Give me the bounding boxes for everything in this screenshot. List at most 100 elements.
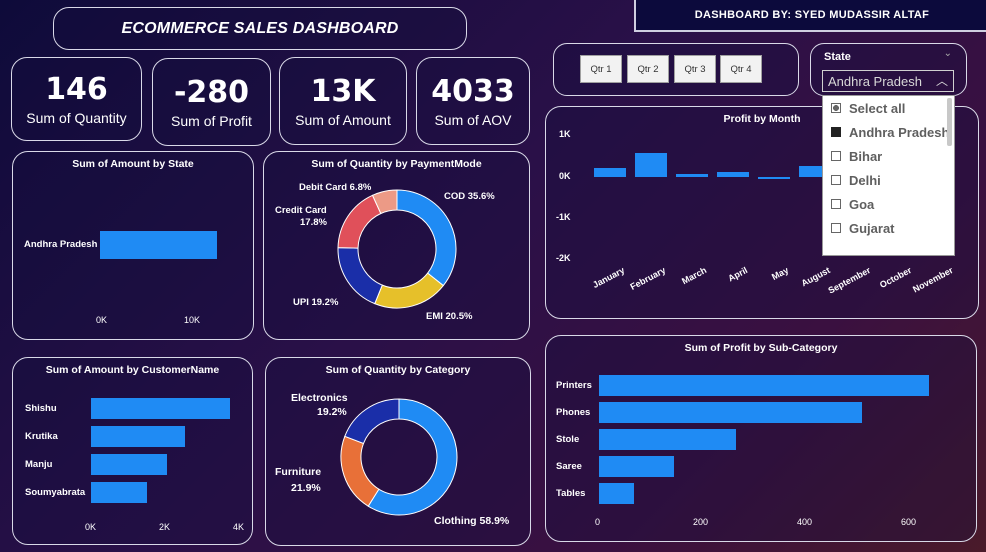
slice-label-electronics: Electronics xyxy=(291,392,348,404)
x-tick: 200 xyxy=(693,517,709,527)
checkbox[interactable] xyxy=(831,151,841,161)
dropdown-option-andhra-pradesh[interactable]: Andhra Pradesh xyxy=(823,120,954,144)
x-tick-march: March xyxy=(680,265,709,287)
dropdown-option-bihar[interactable]: Bihar xyxy=(823,144,954,168)
checkbox[interactable] xyxy=(831,127,841,137)
kpi-quantity: 146 Sum of Quantity xyxy=(11,57,142,141)
x-tick: 0K xyxy=(96,315,108,325)
quarter-button-3[interactable]: Qtr 3 xyxy=(674,55,716,83)
bar-march xyxy=(676,173,708,177)
quarter-slicer: Qtr 1 Qtr 2 Qtr 3 Qtr 4 xyxy=(553,43,799,96)
chart-quantity-by-paymentmode: Sum of Quantity by PaymentMode COD 35.6%… xyxy=(263,151,530,340)
checkbox[interactable] xyxy=(831,199,841,209)
category-label: Andhra Pradesh xyxy=(24,239,98,250)
category-label-stole: Stole xyxy=(556,433,580,445)
kpi-amount: 13K Sum of Amount xyxy=(279,57,407,145)
quarter-button-2[interactable]: Qtr 2 xyxy=(627,55,669,83)
x-tick: 2K xyxy=(159,522,171,532)
x-tick-january: January xyxy=(591,265,627,291)
kpi-amount-value: 13K xyxy=(310,74,376,109)
kpi-quantity-label: Sum of Quantity xyxy=(26,110,127,126)
slice-label-furniture: Furniture xyxy=(275,466,322,478)
x-tick-february: February xyxy=(628,265,668,292)
slice-label-electronics-pct: 19.2% xyxy=(317,406,347,418)
option-label: Select all xyxy=(849,100,906,116)
kpi-profit-label: Sum of Profit xyxy=(171,113,252,129)
slice-electronics xyxy=(344,398,400,445)
checkbox[interactable] xyxy=(831,175,841,185)
dropdown-option-goa[interactable]: Goa xyxy=(823,192,954,216)
category-label-tables: Tables xyxy=(556,487,586,499)
bar-shishu xyxy=(91,398,230,419)
category-label-manju: Manju xyxy=(25,458,53,470)
dropdown-scrollbar[interactable] xyxy=(947,98,952,146)
kpi-amount-label: Sum of Amount xyxy=(295,112,391,128)
option-label: Bihar xyxy=(849,148,883,164)
slice-credit-card xyxy=(337,194,382,249)
slice-label-emi: EMI 20.5% xyxy=(426,311,473,322)
chart-title: Sum of Amount by State xyxy=(72,158,194,170)
slice-cod xyxy=(396,189,457,287)
category-label-shishu: Shishu xyxy=(25,402,57,414)
x-tick-november: November xyxy=(911,265,955,295)
y-tick: -1K xyxy=(556,212,571,222)
dashboard-title: ECOMMERCE SALES DASHBOARD xyxy=(121,19,399,37)
dropdown-option-delhi[interactable]: Delhi xyxy=(823,168,954,192)
slice-label-credit-card: Credit Card xyxy=(275,205,327,216)
bar-krutika xyxy=(91,426,186,447)
bar-stole xyxy=(599,429,736,450)
y-tick: 1K xyxy=(559,129,571,139)
chart-quantity-by-category: Sum of Quantity by Category Electronics … xyxy=(265,357,531,546)
y-tick: 0K xyxy=(559,171,571,181)
bar-manju xyxy=(91,454,167,475)
x-tick: 600 xyxy=(901,517,917,527)
slice-upi xyxy=(337,247,383,305)
state-slicer-label: State xyxy=(824,51,851,63)
category-label-printers: Printers xyxy=(556,379,592,391)
bar-may xyxy=(758,177,790,179)
slice-label-clothing: Clothing 58.9% xyxy=(434,515,510,527)
checkbox[interactable] xyxy=(831,103,841,113)
bar-tables xyxy=(599,483,635,504)
kpi-aov-value: 4033 xyxy=(431,74,515,109)
bar-february xyxy=(635,153,667,177)
chart-amount-by-customer: Sum of Amount by CustomerName Shishu Krut… xyxy=(12,357,253,545)
chart-amount-by-state: Sum of Amount by State Andhra Pradesh 0K… xyxy=(12,151,254,340)
bar-printers xyxy=(599,375,929,396)
option-label: Andhra Pradesh xyxy=(849,124,950,140)
bar-january xyxy=(594,167,626,177)
state-dropdown: Select all Andhra Pradesh Bihar Delhi Go… xyxy=(822,95,955,256)
x-tick-september: September xyxy=(826,265,873,296)
checkbox[interactable] xyxy=(831,223,841,233)
bar-april xyxy=(717,172,749,177)
x-tick-october: October xyxy=(878,265,914,291)
y-tick: -2K xyxy=(556,253,571,263)
dropdown-option-select-all[interactable]: Select all xyxy=(823,96,954,120)
kpi-profit: -280 Sum of Profit xyxy=(152,58,271,146)
chart-title: Sum of Profit by Sub-Category xyxy=(684,342,838,354)
state-slicer-collapse-icon[interactable]: ⌄ xyxy=(944,48,952,59)
slice-emi xyxy=(374,272,445,309)
dropdown-option-gujarat[interactable]: Gujarat xyxy=(823,216,954,240)
x-tick: 0 xyxy=(595,517,601,527)
x-tick: 10K xyxy=(184,315,201,325)
state-select[interactable]: Andhra Pradesh ︿ xyxy=(822,70,954,92)
bar-soumyabrata xyxy=(91,482,147,503)
slice-label-debit-card: Debit Card 6.8% xyxy=(299,182,372,193)
x-tick: 0K xyxy=(85,522,97,532)
category-label-soumyabrata: Soumyabrata xyxy=(25,486,86,498)
chart-profit-by-subcategory: Sum of Profit by Sub-Category Printers Ph… xyxy=(545,335,977,542)
chart-title: Sum of Amount by CustomerName xyxy=(45,364,220,376)
bar-phones xyxy=(599,402,862,423)
kpi-aov: 4033 Sum of AOV xyxy=(416,57,530,145)
quarter-button-1[interactable]: Qtr 1 xyxy=(580,55,622,83)
option-label: Gujarat xyxy=(849,220,895,236)
paymentmode-donut xyxy=(337,189,457,309)
category-label-saree: Saree xyxy=(556,460,582,472)
x-tick-august: August xyxy=(799,265,832,289)
kpi-aov-label: Sum of AOV xyxy=(434,112,512,128)
author-banner: DASHBOARD BY: SYED MUDASSIR ALTAF xyxy=(634,0,986,32)
quarter-button-4[interactable]: Qtr 4 xyxy=(720,55,762,83)
category-label-krutika: Krutika xyxy=(25,430,58,442)
option-label: Delhi xyxy=(849,172,881,188)
